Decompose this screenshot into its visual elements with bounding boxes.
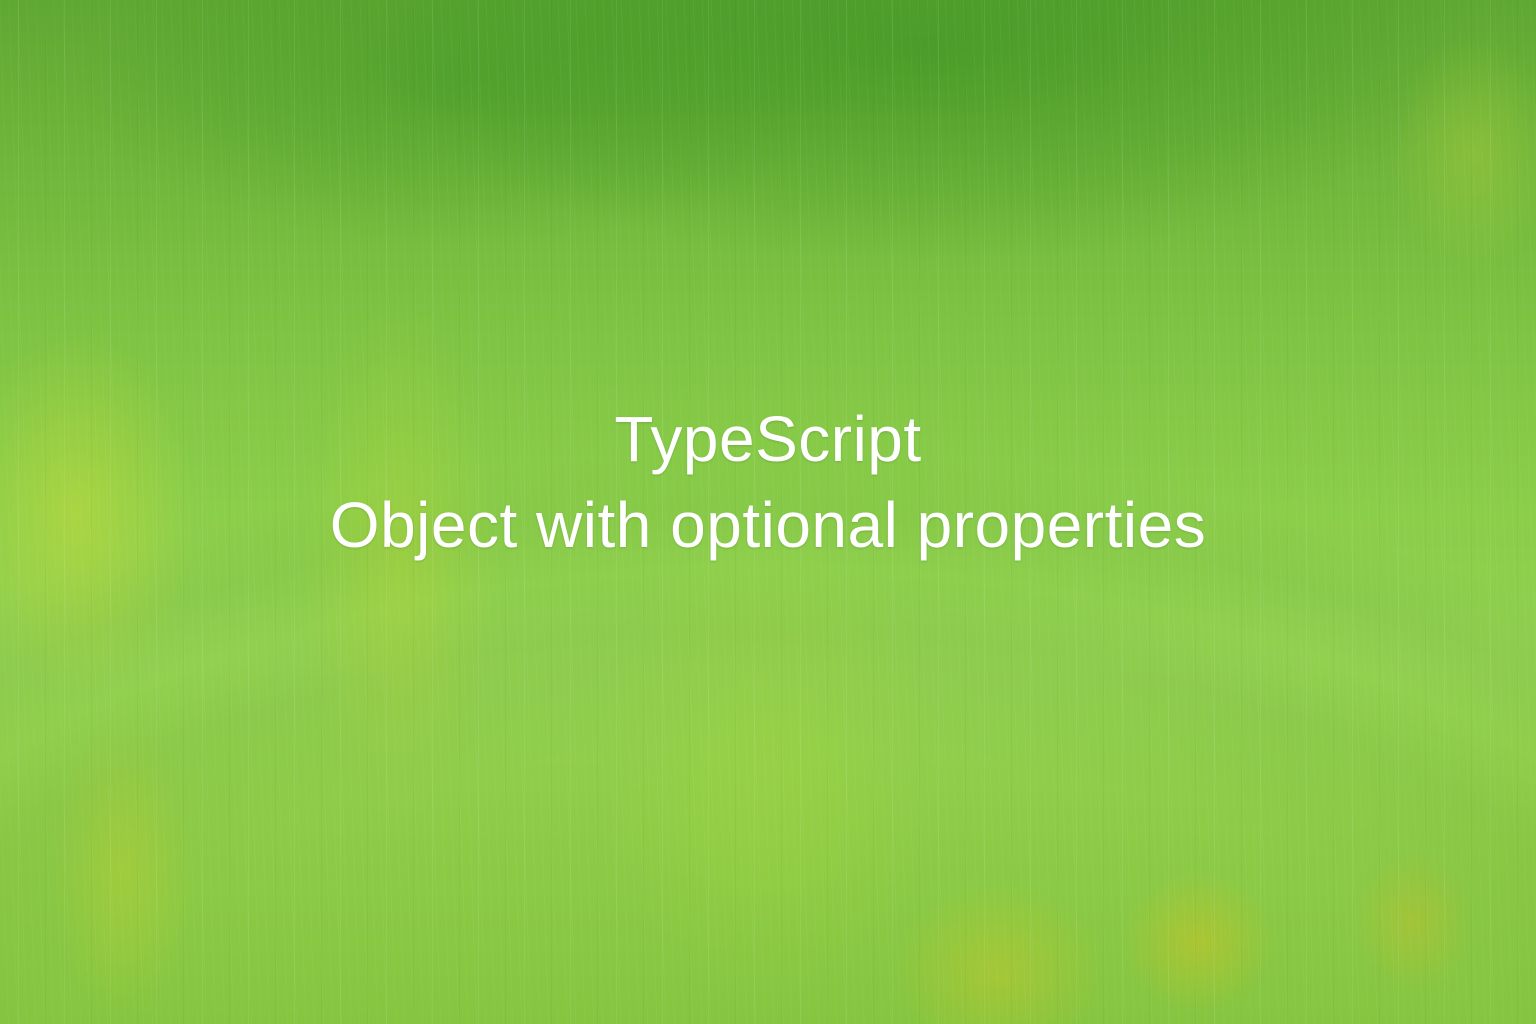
title-line-1: TypeScript [330,396,1206,482]
leaf-background: TypeScript Object with optional properti… [0,0,1536,1024]
title-container: TypeScript Object with optional properti… [330,396,1206,569]
title-line-2: Object with optional properties [330,482,1206,568]
